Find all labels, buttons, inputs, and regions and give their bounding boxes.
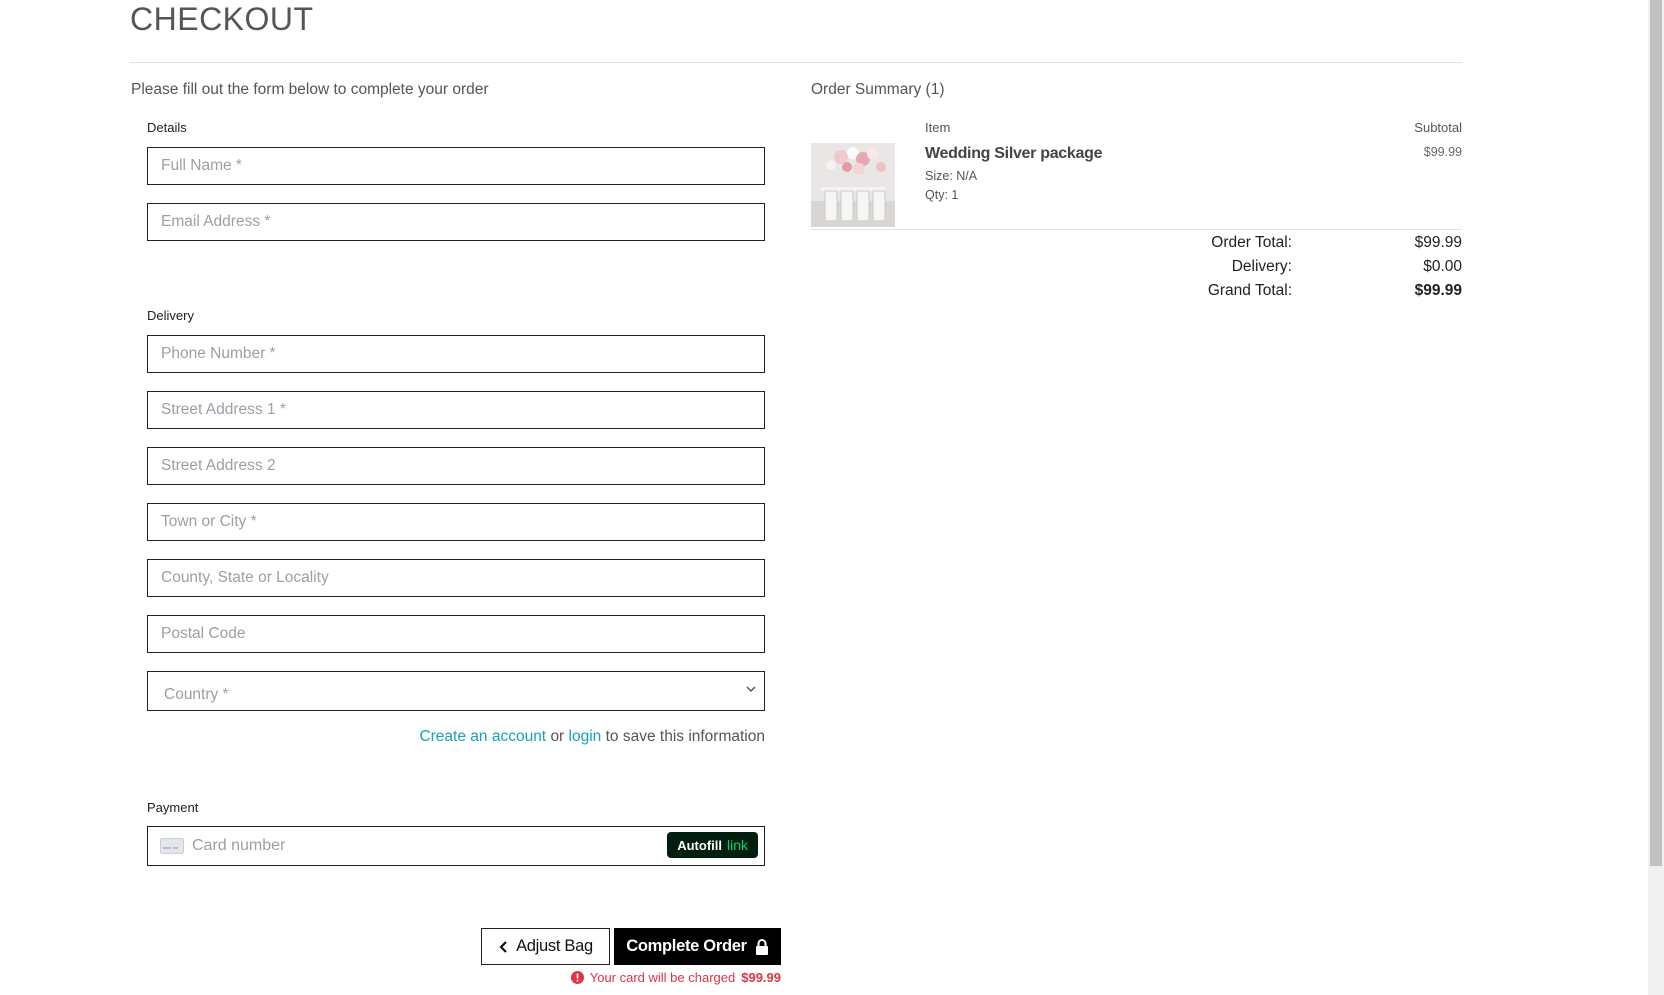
- title-divider: [130, 62, 1462, 63]
- adjust-bag-label: Adjust Bag: [516, 937, 593, 955]
- town-city-field[interactable]: [147, 503, 765, 541]
- autofill-label: Autofill: [677, 837, 722, 853]
- page-title: CHECKOUT: [130, 1, 314, 37]
- full-name-field[interactable]: [147, 147, 765, 185]
- postal-code-field[interactable]: [147, 615, 765, 653]
- adjust-bag-button[interactable]: Adjust Bag: [481, 928, 610, 965]
- product-quantity: Qty: 1: [925, 188, 959, 202]
- product-thumbnail: [811, 143, 895, 227]
- details-label: Details: [147, 120, 187, 135]
- country-select[interactable]: Country *: [148, 672, 764, 710]
- order-summary-title: Order Summary (1): [811, 81, 945, 98]
- product-size: Size: N/A: [925, 169, 978, 183]
- delivery-cost-label: Delivery:: [1231, 258, 1292, 275]
- complete-order-button[interactable]: Complete Order: [614, 928, 781, 965]
- exclamation-circle-icon: [570, 971, 584, 984]
- chevron-left-icon: [499, 940, 507, 953]
- charge-note-text: Your card will be charged: [589, 970, 736, 985]
- grand-total-label: Grand Total:: [1207, 282, 1292, 299]
- charge-amount: $99.99: [741, 970, 781, 985]
- phone-field[interactable]: [147, 335, 765, 373]
- county-field[interactable]: [147, 559, 765, 597]
- email-field[interactable]: [147, 203, 765, 241]
- summary-divider: [811, 229, 1462, 230]
- country-select-wrapper[interactable]: Country *: [147, 671, 765, 711]
- delivery-label: Delivery: [147, 308, 194, 323]
- login-link[interactable]: login: [569, 728, 602, 745]
- column-header-item: Item: [925, 120, 951, 135]
- card-number-input[interactable]: [192, 827, 592, 865]
- complete-order-label: Complete Order: [626, 937, 747, 955]
- product-subtotal: $99.99: [1423, 145, 1462, 159]
- street-address-2-field[interactable]: [147, 447, 765, 485]
- charge-notice: Your card will be charged $99.99: [570, 970, 781, 985]
- street-address-1-field[interactable]: [147, 391, 765, 429]
- order-total-label: Order Total:: [1211, 234, 1292, 251]
- credit-card-icon: [160, 838, 184, 854]
- or-text: or: [550, 728, 565, 745]
- create-account-link[interactable]: Create an account: [419, 728, 546, 745]
- autofill-link-button[interactable]: Autofill link: [667, 832, 758, 858]
- payment-label: Payment: [147, 800, 199, 815]
- scrollbar-thumb[interactable]: [1650, 0, 1662, 866]
- form-instructions: Please fill out the form below to comple…: [131, 81, 489, 98]
- order-total-value: $99.99: [1414, 234, 1462, 251]
- column-header-subtotal: Subtotal: [1414, 120, 1462, 135]
- delivery-cost-value: $0.00: [1423, 258, 1462, 275]
- product-name: Wedding Silver package: [925, 145, 1103, 162]
- card-number-container[interactable]: Autofill link: [147, 826, 765, 866]
- lock-icon: [755, 938, 768, 955]
- grand-total-value: $99.99: [1414, 282, 1462, 299]
- save-info-text: to save this information: [605, 728, 765, 745]
- account-prompt: Create an account or login to save this …: [419, 728, 765, 746]
- link-brand-text: link: [726, 837, 748, 853]
